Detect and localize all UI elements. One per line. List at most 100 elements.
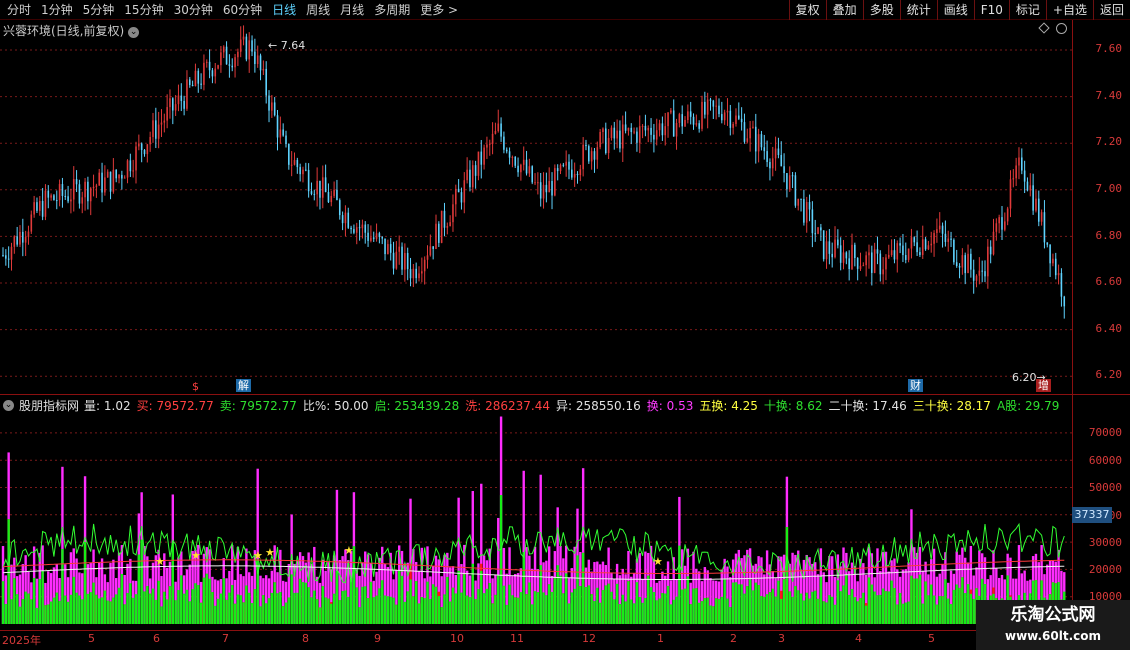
volume-bar-buy xyxy=(298,578,302,624)
candle-body xyxy=(101,172,103,193)
share-increase-tag[interactable]: 增 xyxy=(1036,379,1051,392)
volume-bar-buy xyxy=(225,599,228,624)
mark-button[interactable]: 标记 xyxy=(1008,0,1046,20)
volume-bar-buy xyxy=(740,584,743,624)
tab-daily[interactable]: 日线 xyxy=(267,2,301,18)
candle-body xyxy=(981,270,983,272)
candle-body xyxy=(33,202,35,215)
tab-30min[interactable]: 30分钟 xyxy=(169,2,218,18)
volume-bar-buy xyxy=(717,598,721,624)
volume-bar-buy xyxy=(638,597,641,624)
volume-bar-buy xyxy=(661,592,664,624)
candle-body xyxy=(715,105,717,107)
candle-body xyxy=(106,171,109,178)
candle-body xyxy=(851,244,853,270)
candle-body xyxy=(370,237,372,241)
volume-bar-buy xyxy=(938,596,941,624)
candle-body xyxy=(1040,212,1043,222)
volume-bar-buy xyxy=(706,597,709,624)
volume-bar-buy xyxy=(191,589,194,624)
multi-stock-button[interactable]: 多股 xyxy=(862,0,900,20)
volume-bar-buy xyxy=(777,580,780,624)
tab-more[interactable]: 更多 > xyxy=(415,2,463,18)
tab-1min[interactable]: 1分钟 xyxy=(36,2,78,18)
candle-body xyxy=(681,114,683,127)
volume-bar-buy xyxy=(768,592,772,624)
indicator-legend: ⌄ 股朋指标网 量: 1.02 买: 79572.77 卖: 79572.77 比%:… xyxy=(3,397,1059,414)
candle-body xyxy=(155,120,157,139)
tab-60min[interactable]: 60分钟 xyxy=(218,2,267,18)
volume-bar-buy xyxy=(669,604,673,624)
candle-body xyxy=(542,184,545,199)
candle-body xyxy=(1052,258,1054,264)
volume-bar-buy xyxy=(131,597,135,624)
volume-bar-buy xyxy=(754,582,757,624)
restore-rights-button[interactable]: 复权 xyxy=(788,0,826,20)
candlestick-panel[interactable]: ← 7.64 6.20→ xyxy=(0,20,1072,394)
candle-body xyxy=(828,241,831,254)
date-tick: 6 xyxy=(153,632,160,645)
candle-body xyxy=(392,252,395,269)
volume-bar-buy xyxy=(494,594,497,624)
candle-body xyxy=(327,192,330,203)
volume-bar-buy xyxy=(143,591,146,624)
candle-body xyxy=(868,252,870,256)
candle-body xyxy=(401,246,403,270)
candle-body xyxy=(347,212,350,228)
volume-bar-buy xyxy=(748,579,752,624)
indicator-name[interactable]: 股朋指标网 xyxy=(19,397,79,414)
volume-bar-buy xyxy=(49,601,53,624)
tab-15min[interactable]: 15分钟 xyxy=(119,2,168,18)
volume-bar-buy xyxy=(41,570,44,624)
circle-settings-icon[interactable] xyxy=(1056,23,1067,34)
back-button[interactable]: 返回 xyxy=(1092,0,1130,20)
candle-body xyxy=(953,239,955,263)
volume-bar-buy xyxy=(539,565,542,624)
price-panel-title[interactable]: 兴蓉环境(日线,前复权) ⌄ xyxy=(3,22,140,39)
chevron-down-icon[interactable]: ⌄ xyxy=(3,400,14,411)
candle-body xyxy=(972,269,975,281)
f10-button[interactable]: F10 xyxy=(973,0,1009,20)
candle-body xyxy=(497,123,500,131)
candle-body xyxy=(919,252,921,255)
overlay-button[interactable]: 叠加 xyxy=(825,0,863,20)
volume-bar-buy xyxy=(731,582,735,624)
candle-body xyxy=(61,184,64,196)
candle-body xyxy=(913,237,916,243)
volume-bar-buy xyxy=(75,592,78,624)
tab-multi-period[interactable]: 多周期 xyxy=(369,2,415,18)
add-watchlist-button[interactable]: +自选 xyxy=(1045,0,1093,20)
candle-body xyxy=(941,225,944,234)
candle-body xyxy=(565,161,567,166)
indicator-value: 换: 0.53 xyxy=(646,399,694,413)
volume-bar-buy xyxy=(531,604,534,624)
indicator-panel[interactable]: ★ ★ ★ ★ ★ ★ xyxy=(0,395,1072,630)
dividend-event-tag[interactable]: $ xyxy=(190,380,201,393)
candle-body xyxy=(381,237,384,239)
volume-bar-buy xyxy=(830,596,834,624)
tab-monthly[interactable]: 月线 xyxy=(335,2,369,18)
candle-body xyxy=(837,239,839,246)
candle-body xyxy=(214,68,217,77)
unlock-event-tag[interactable]: 解 xyxy=(236,379,251,392)
candle-body xyxy=(104,177,106,193)
chevron-down-icon[interactable]: ⌄ xyxy=(128,27,140,38)
candle-body xyxy=(636,131,638,143)
tab-timeshare[interactable]: 分时 xyxy=(2,2,36,18)
tab-5min[interactable]: 5分钟 xyxy=(78,2,120,18)
candle-body xyxy=(769,162,771,169)
candle-body xyxy=(1032,185,1034,211)
candle-body xyxy=(604,128,607,154)
statistics-button[interactable]: 统计 xyxy=(899,0,937,20)
volume-bar-buy xyxy=(966,584,970,624)
volume-bar-buy xyxy=(658,598,661,624)
candle-body xyxy=(882,269,884,275)
financial-report-tag[interactable]: 财 xyxy=(908,379,923,392)
candle-body xyxy=(760,134,763,148)
candle-body xyxy=(220,52,222,66)
tab-weekly[interactable]: 周线 xyxy=(301,2,335,18)
volume-bar-buy xyxy=(913,578,916,624)
draw-line-button[interactable]: 画线 xyxy=(936,0,974,20)
volume-bar-buy xyxy=(516,597,520,624)
volume-bar-buy xyxy=(533,591,537,624)
